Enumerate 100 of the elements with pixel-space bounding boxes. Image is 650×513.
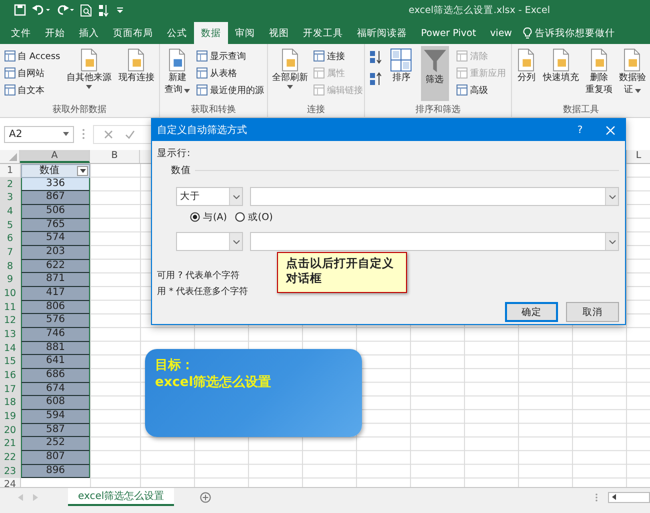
ribbon-tab[interactable]: 福昕阅读器 — [350, 22, 414, 44]
ribbon-button[interactable]: 自其他来源 — [64, 46, 114, 101]
row-header[interactable]: 5 — [0, 218, 20, 232]
ribbon-button[interactable]: 自文本 — [2, 82, 62, 98]
row-header[interactable]: 14 — [0, 342, 20, 356]
redo-icon[interactable] — [56, 4, 74, 16]
ribbon-tab[interactable]: view — [483, 22, 519, 44]
document-icon — [126, 48, 146, 72]
sort-ascending-icon[interactable] — [369, 50, 382, 64]
ribbon-button[interactable]: 自网站 — [2, 65, 62, 81]
table-cell: 806 — [21, 300, 90, 314]
document-icon — [550, 48, 571, 72]
caret-icon — [80, 168, 86, 173]
ribbon-tab[interactable]: Power Pivot — [414, 22, 484, 44]
row-header[interactable]: 6 — [0, 232, 20, 246]
ribbon-tab[interactable]: 文件 — [4, 22, 38, 44]
radio-button[interactable]: 或(O) — [234, 210, 273, 224]
row-header[interactable]: 10 — [0, 287, 20, 301]
ribbon-button[interactable]: 全部刷新 — [270, 46, 310, 101]
row-header[interactable]: 23 — [0, 464, 20, 478]
table-cell: 674 — [21, 382, 90, 396]
customize-caret-icon[interactable] — [116, 6, 124, 14]
row-header[interactable]: 7 — [0, 246, 20, 260]
help-button[interactable]: ? — [565, 124, 595, 136]
lightbulb-icon — [522, 27, 532, 39]
hint-text: 用 * 代表任意多个字符 — [157, 286, 248, 298]
add-sheet-icon[interactable] — [200, 492, 212, 502]
save-icon[interactable] — [14, 4, 26, 16]
row-header[interactable]: 22 — [0, 451, 20, 465]
table-cell: 336 — [21, 178, 90, 192]
ribbon-button[interactable]: 新建 查询 — [162, 46, 192, 101]
tell-me-field[interactable]: 告诉我你想要做什 — [518, 22, 615, 44]
sheet-tab[interactable]: excel筛选怎么设置 — [68, 488, 174, 506]
ribbon-button[interactable]: 排序 — [388, 46, 414, 101]
column-header[interactable]: B — [90, 150, 140, 163]
row-header[interactable]: 19 — [0, 410, 20, 424]
row-header[interactable]: 4 — [0, 205, 20, 219]
ribbon-tab[interactable]: 公式 — [160, 22, 194, 44]
row-header[interactable]: 21 — [0, 437, 20, 452]
document-icon — [78, 48, 99, 72]
row-header[interactable]: 13 — [0, 328, 20, 342]
ribbon-button[interactable]: 最近使用的源 — [194, 82, 265, 98]
row-header[interactable]: 18 — [0, 396, 20, 410]
ribbon-button[interactable]: 高级 — [454, 82, 507, 98]
sort-icon[interactable] — [98, 4, 110, 16]
row-header[interactable]: 17 — [0, 382, 20, 396]
table-cell: 746 — [21, 328, 90, 342]
dialog-button[interactable]: 确定 — [505, 302, 558, 322]
sort-descending-icon[interactable] — [369, 72, 382, 86]
ribbon-button[interactable]: 显示查询 — [194, 48, 265, 64]
chevron-down-icon — [608, 240, 616, 244]
ribbon-button[interactable]: 快速填充 — [540, 46, 581, 101]
group-label: 获取外部数据 — [52, 104, 108, 116]
ribbon-button[interactable]: 现有连接 — [116, 46, 156, 101]
scroll-left-icon[interactable] — [612, 494, 616, 500]
horizontal-scrollbar[interactable] — [608, 492, 650, 502]
row-header[interactable]: 8 — [0, 260, 20, 274]
table-cell: 506 — [21, 205, 90, 219]
ribbon-tab[interactable]: 开始 — [38, 22, 72, 44]
table-cell: 867 — [21, 191, 90, 206]
radio-button[interactable]: 与(A) — [190, 210, 227, 224]
ribbon-tab[interactable]: 页面布局 — [106, 22, 160, 44]
ribbon-button[interactable]: 筛选 — [420, 46, 449, 101]
ribbon-button[interactable]: 从表格 — [194, 65, 265, 81]
row-header[interactable]: 2 — [0, 178, 20, 192]
ribbon-tab[interactable]: 审阅 — [228, 22, 262, 44]
row-header[interactable]: 9 — [0, 273, 20, 288]
dialog-button[interactable]: 取消 — [566, 302, 619, 322]
ribbon-tab[interactable]: 数据 — [194, 22, 228, 44]
undo-icon[interactable] — [32, 4, 50, 16]
column-header[interactable]: A — [20, 150, 90, 163]
table-cell: 641 — [21, 355, 90, 370]
sheet-icon — [4, 67, 16, 79]
ribbon-button[interactable]: 分列 — [514, 46, 538, 101]
check-icon[interactable] — [125, 130, 135, 138]
callout-note: 点击以后打开自定义对话框 — [277, 252, 407, 293]
row-header[interactable]: 16 — [0, 369, 20, 383]
table-cell: 807 — [21, 451, 90, 465]
ribbon-button[interactable]: 连接 — [312, 48, 364, 64]
chevron-down-icon — [608, 194, 616, 198]
table-cell: 417 — [21, 287, 90, 301]
row-header[interactable]: 20 — [0, 424, 20, 438]
table-cell: 881 — [21, 342, 90, 356]
row-header[interactable]: 3 — [0, 191, 20, 206]
operator-dropdown[interactable]: 大于 — [176, 187, 243, 206]
row-header[interactable]: 12 — [0, 314, 20, 328]
ribbon-tab[interactable]: 插入 — [72, 22, 106, 44]
ribbon-button[interactable]: 自 Access — [2, 48, 62, 64]
print-preview-icon[interactable] — [80, 4, 92, 16]
row-header[interactable]: 15 — [0, 355, 20, 370]
name-box[interactable]: A2 — [4, 126, 74, 142]
funnel-icon — [422, 48, 447, 74]
sheet-icon — [4, 84, 16, 96]
ribbon-tab[interactable]: 开发工具 — [296, 22, 350, 44]
filter-button[interactable] — [77, 166, 88, 176]
group-label: 数据工具 — [562, 104, 600, 116]
ribbon-button[interactable]: 数据验 证 — [616, 46, 648, 101]
ribbon-tab[interactable]: 视图 — [262, 22, 296, 44]
ribbon-button[interactable]: 删除 重复项 — [583, 46, 614, 101]
row-header[interactable]: 11 — [0, 300, 20, 314]
